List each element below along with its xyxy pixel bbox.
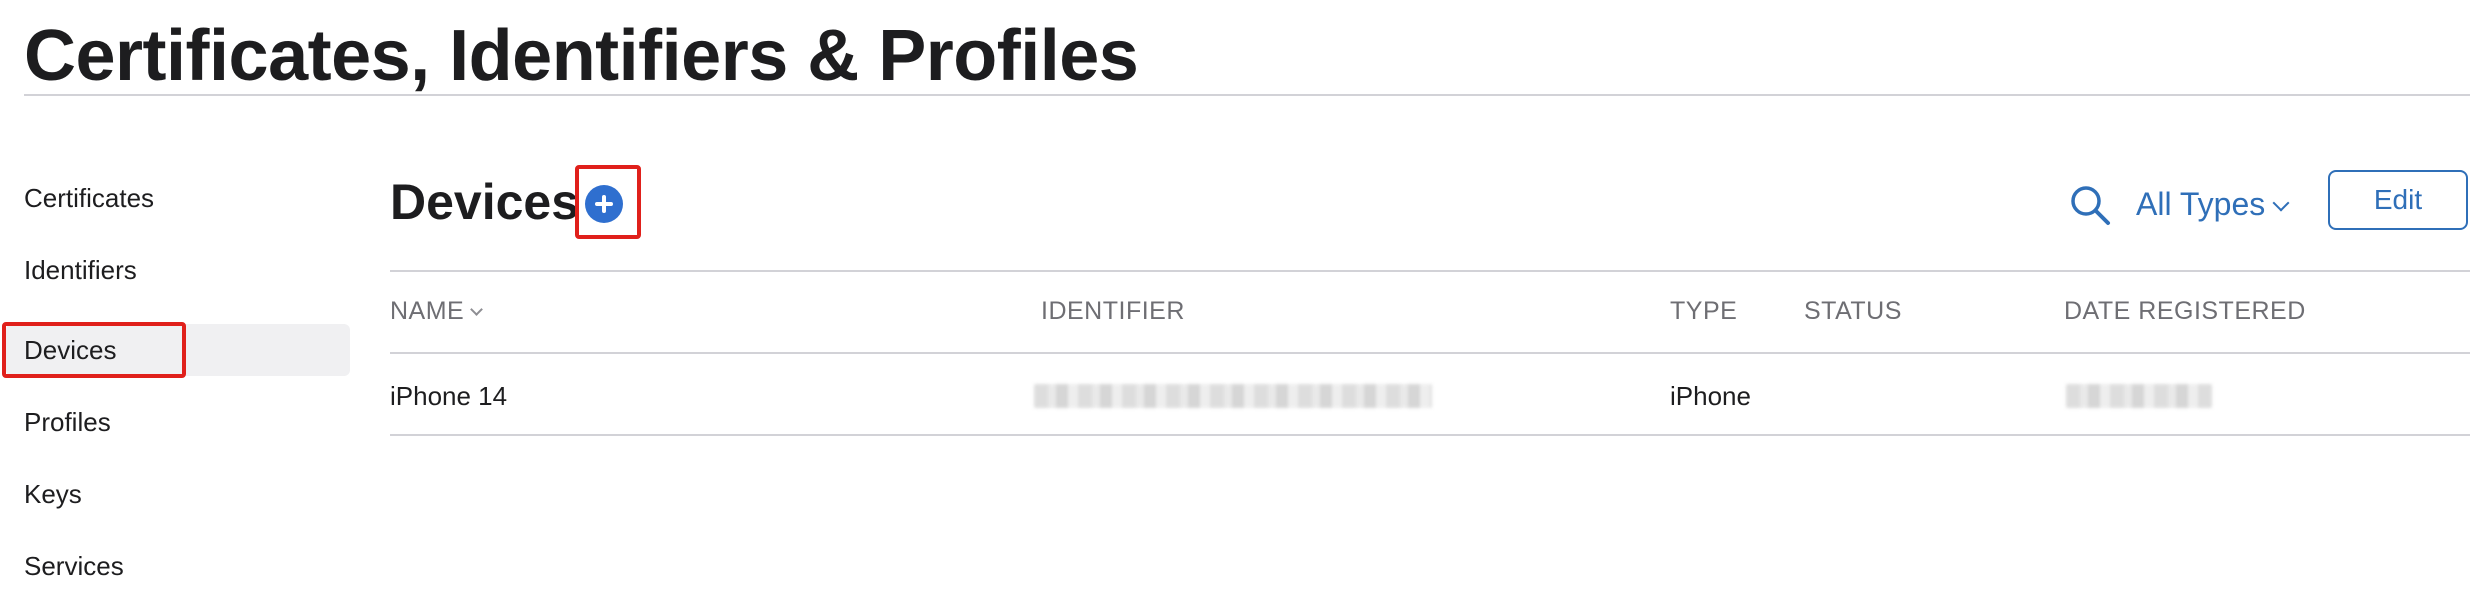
table-top-divider (390, 270, 2470, 272)
chevron-down-icon (470, 303, 484, 316)
title-divider (24, 94, 2470, 96)
sidebar-item-identifiers[interactable]: Identifiers (6, 244, 350, 296)
device-name[interactable]: iPhone 14 (390, 378, 507, 414)
add-device-button[interactable] (585, 185, 623, 223)
device-date-redacted (2066, 384, 2212, 408)
chevron-down-icon (2272, 194, 2290, 212)
column-header-status: STATUS (1804, 297, 1902, 325)
edit-button[interactable]: Edit (2328, 170, 2468, 230)
table-header-divider (390, 352, 2470, 354)
page-title: Certificates, Identifiers & Profiles (24, 16, 1139, 96)
table-row-divider (390, 434, 2470, 436)
column-header-name[interactable]: NAME (390, 294, 484, 328)
type-filter-value: All Types (2136, 186, 2266, 222)
sidebar-item-services[interactable]: Services (6, 540, 350, 592)
sidebar-item-keys[interactable]: Keys (6, 468, 350, 520)
developer-portal-page: Certificates, Identifiers & Profiles Cer… (0, 0, 2492, 602)
column-header-type: TYPE (1670, 297, 1738, 325)
sidebar-item-certificates[interactable]: Certificates (6, 172, 350, 224)
type-filter-select[interactable]: All Types (2136, 180, 2290, 228)
column-header-name-label: NAME (390, 297, 465, 325)
column-header-date-registered: DATE REGISTERED (2064, 297, 2306, 325)
section-title: Devices (390, 174, 580, 230)
device-type: iPhone (1670, 381, 1751, 411)
sidebar-item-devices[interactable]: Devices (6, 324, 350, 376)
device-identifier-redacted (1034, 384, 1432, 408)
column-header-identifier: IDENTIFIER (1041, 297, 1185, 325)
sidebar-item-profiles[interactable]: Profiles (6, 396, 350, 448)
search-icon[interactable] (2068, 183, 2112, 227)
